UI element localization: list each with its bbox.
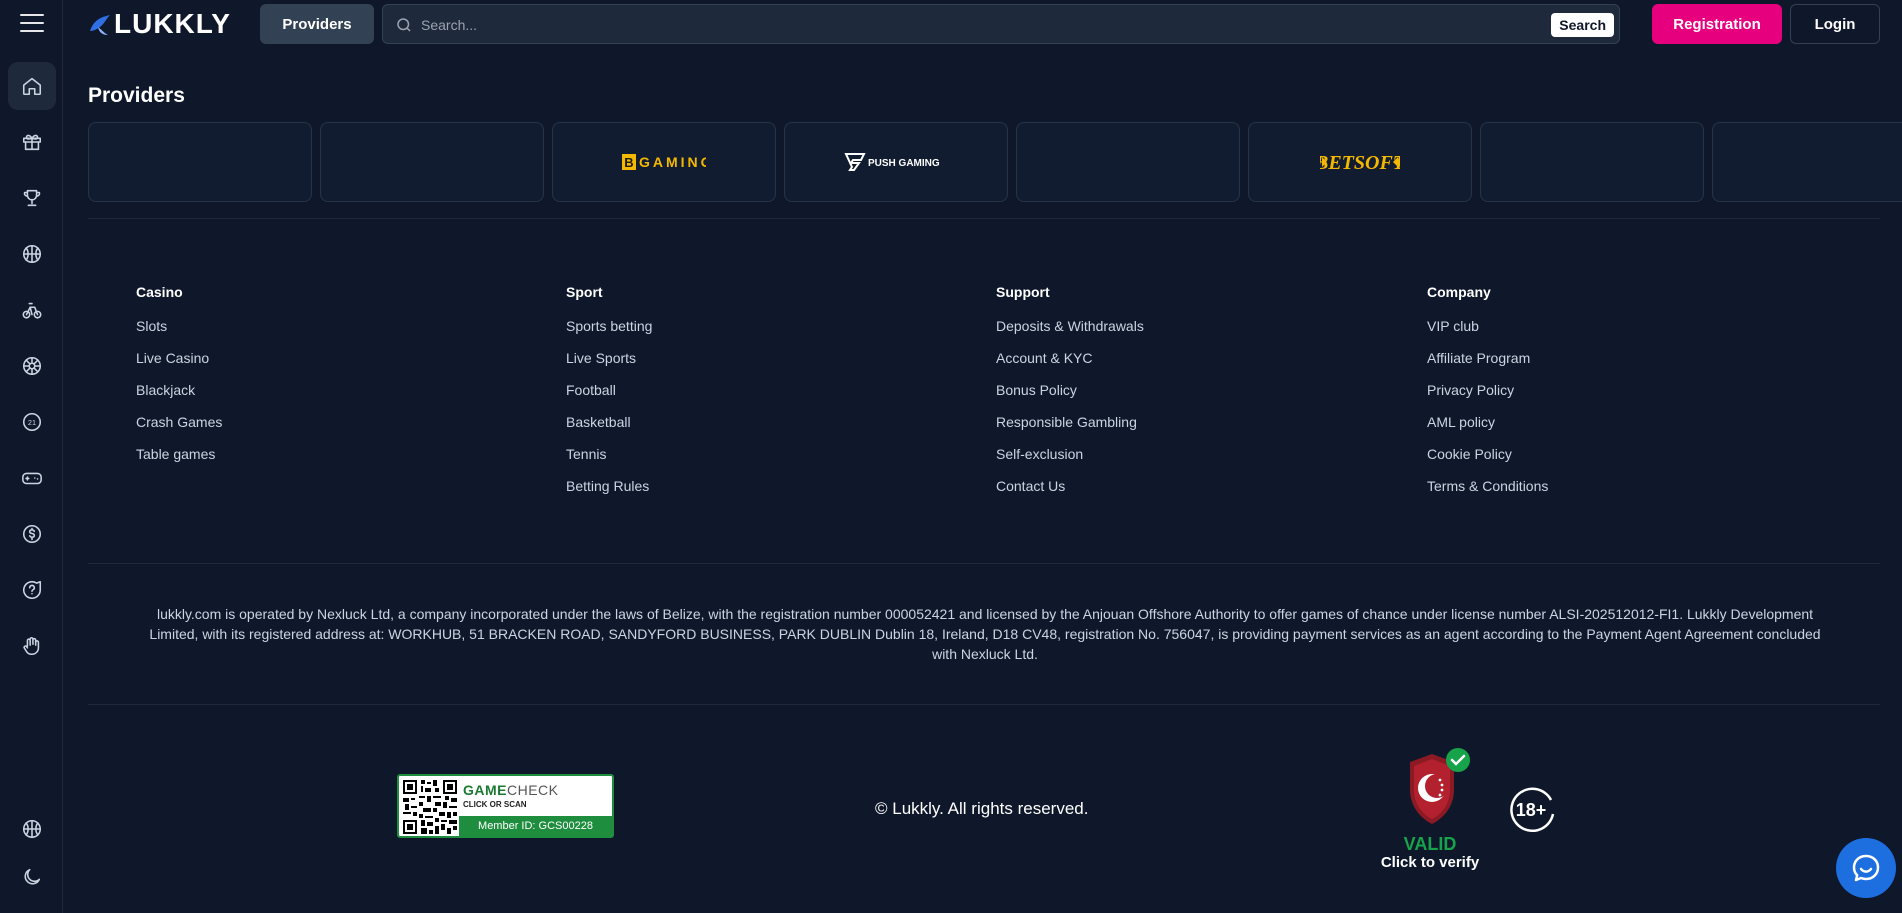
- footer-link[interactable]: Betting Rules: [566, 478, 652, 510]
- divider: [88, 218, 1880, 219]
- provider-card[interactable]: [1480, 122, 1704, 202]
- gamepad-icon[interactable]: [8, 454, 56, 502]
- footer-link[interactable]: Self-exclusion: [996, 446, 1144, 478]
- provider-card[interactable]: [88, 122, 312, 202]
- svg-text:PUSH GAMING: PUSH GAMING: [868, 158, 940, 169]
- provider-card-betsoft[interactable]: BETSOFT: [1248, 122, 1472, 202]
- coin-icon[interactable]: [8, 510, 56, 558]
- login-button[interactable]: Login: [1790, 4, 1880, 44]
- providers-heading: Providers: [88, 84, 185, 107]
- provider-card[interactable]: [1712, 122, 1902, 202]
- bgaming-logo: B GAMING: [622, 154, 706, 170]
- gamecheck-brand: GAMECHECK: [463, 782, 559, 798]
- wheel-icon[interactable]: [8, 342, 56, 390]
- search-input[interactable]: [421, 11, 1421, 39]
- footer-link[interactable]: Bonus Policy: [996, 382, 1144, 414]
- footer-link[interactable]: Contact Us: [996, 478, 1144, 510]
- registration-button[interactable]: Registration: [1652, 4, 1782, 44]
- footer-link[interactable]: Privacy Policy: [1427, 382, 1548, 414]
- footer-link[interactable]: Tennis: [566, 446, 652, 478]
- qr-code-icon: [401, 778, 459, 836]
- trophy-icon[interactable]: [8, 174, 56, 222]
- svg-text:B: B: [624, 155, 633, 170]
- footer-column-sport: Sport Sports betting Live Sports Footbal…: [566, 284, 652, 510]
- provider-card-push-gaming[interactable]: PUSH GAMING: [784, 122, 1008, 202]
- provider-card-bgaming[interactable]: B GAMING: [552, 122, 776, 202]
- legal-text: lukkly.com is operated by Nexluck Ltd, a…: [149, 606, 1821, 662]
- providers-carousel: B GAMING PUSH GAMING BETSOFT: [88, 122, 1902, 202]
- basketball-icon[interactable]: [8, 230, 56, 278]
- providers-button[interactable]: Providers: [260, 4, 374, 44]
- license-verify-action: Click to verify: [1380, 854, 1480, 871]
- divider: [88, 563, 1880, 564]
- footer-link[interactable]: Affiliate Program: [1427, 350, 1548, 382]
- chat-icon: [1852, 854, 1880, 882]
- license-verify-badge[interactable]: VALID Click to verify: [1370, 748, 1490, 878]
- menu-icon[interactable]: [20, 14, 44, 34]
- footer-link[interactable]: Slots: [136, 318, 222, 350]
- gift-icon[interactable]: [8, 118, 56, 166]
- svg-text:BETSOFT: BETSOFT: [1320, 152, 1400, 174]
- footer-link[interactable]: Terms & Conditions: [1427, 478, 1548, 510]
- svg-text:18+: 18+: [1516, 800, 1547, 820]
- basketball-icon[interactable]: [8, 805, 56, 853]
- search-button[interactable]: Search: [1551, 13, 1614, 37]
- footer-column-title: Support: [996, 284, 1050, 300]
- license-status: VALID: [1403, 834, 1457, 854]
- footer-link[interactable]: Crash Games: [136, 414, 222, 446]
- svg-text:21: 21: [28, 418, 36, 427]
- footer-link[interactable]: Deposits & Withdrawals: [996, 318, 1144, 350]
- footer-link[interactable]: Sports betting: [566, 318, 652, 350]
- footer-link[interactable]: Basketball: [566, 414, 652, 446]
- gamecheck-subtitle: CLICK OR SCAN: [463, 800, 527, 809]
- divider: [88, 704, 1880, 705]
- brand-name: LUKKLY: [114, 8, 231, 39]
- footer-column-title: Sport: [566, 284, 603, 300]
- svg-text:GAMING: GAMING: [639, 154, 706, 170]
- search-bar: Search: [382, 4, 1620, 44]
- betsoft-logo: BETSOFT: [1320, 152, 1400, 174]
- footer-link[interactable]: AML policy: [1427, 414, 1548, 446]
- footer-column-title: Company: [1427, 284, 1491, 300]
- gamecheck-member-id: Member ID: GCS00228: [459, 816, 612, 836]
- live-chat-button[interactable]: [1836, 838, 1896, 898]
- provider-card[interactable]: [1016, 122, 1240, 202]
- bicycle-icon[interactable]: [8, 286, 56, 334]
- copyright-text: © Lukkly. All rights reserved.: [875, 799, 1089, 818]
- footer-column-title: Casino: [136, 284, 183, 300]
- footer-link[interactable]: VIP club: [1427, 318, 1548, 350]
- footer-column-support: Support Deposits & Withdrawals Account &…: [996, 284, 1144, 510]
- footer-link[interactable]: Table games: [136, 446, 222, 478]
- footer-link[interactable]: Live Casino: [136, 350, 222, 382]
- license-seal-icon: [1410, 748, 1470, 824]
- footer-link[interactable]: Football: [566, 382, 652, 414]
- age-18-plus-icon: 18+: [1510, 787, 1555, 832]
- push-gaming-logo: PUSH GAMING: [844, 153, 940, 171]
- search-icon: [397, 18, 411, 32]
- bird-logo-icon: [90, 15, 110, 35]
- footer-link[interactable]: Blackjack: [136, 382, 222, 414]
- moon-icon[interactable]: [8, 853, 56, 901]
- footer-link[interactable]: Live Sports: [566, 350, 652, 382]
- home-icon[interactable]: [8, 62, 56, 110]
- gamecheck-badge[interactable]: GAMECHECK CLICK OR SCAN Member ID: GCS00…: [397, 774, 614, 838]
- provider-card[interactable]: [320, 122, 544, 202]
- hand-icon[interactable]: [8, 622, 56, 670]
- footer-column-company: Company VIP club Affiliate Program Priva…: [1427, 284, 1548, 510]
- help-icon[interactable]: [8, 566, 56, 614]
- sidebar: 21: [0, 0, 63, 913]
- footer-link[interactable]: Cookie Policy: [1427, 446, 1548, 478]
- lukkly-logo[interactable]: LUKKLY: [88, 8, 231, 40]
- footer-column-casino: Casino Slots Live Casino Blackjack Crash…: [136, 284, 222, 478]
- footer-link[interactable]: Account & KYC: [996, 350, 1144, 382]
- blackjack-21-icon[interactable]: 21: [8, 398, 56, 446]
- footer-link[interactable]: Responsible Gambling: [996, 414, 1144, 446]
